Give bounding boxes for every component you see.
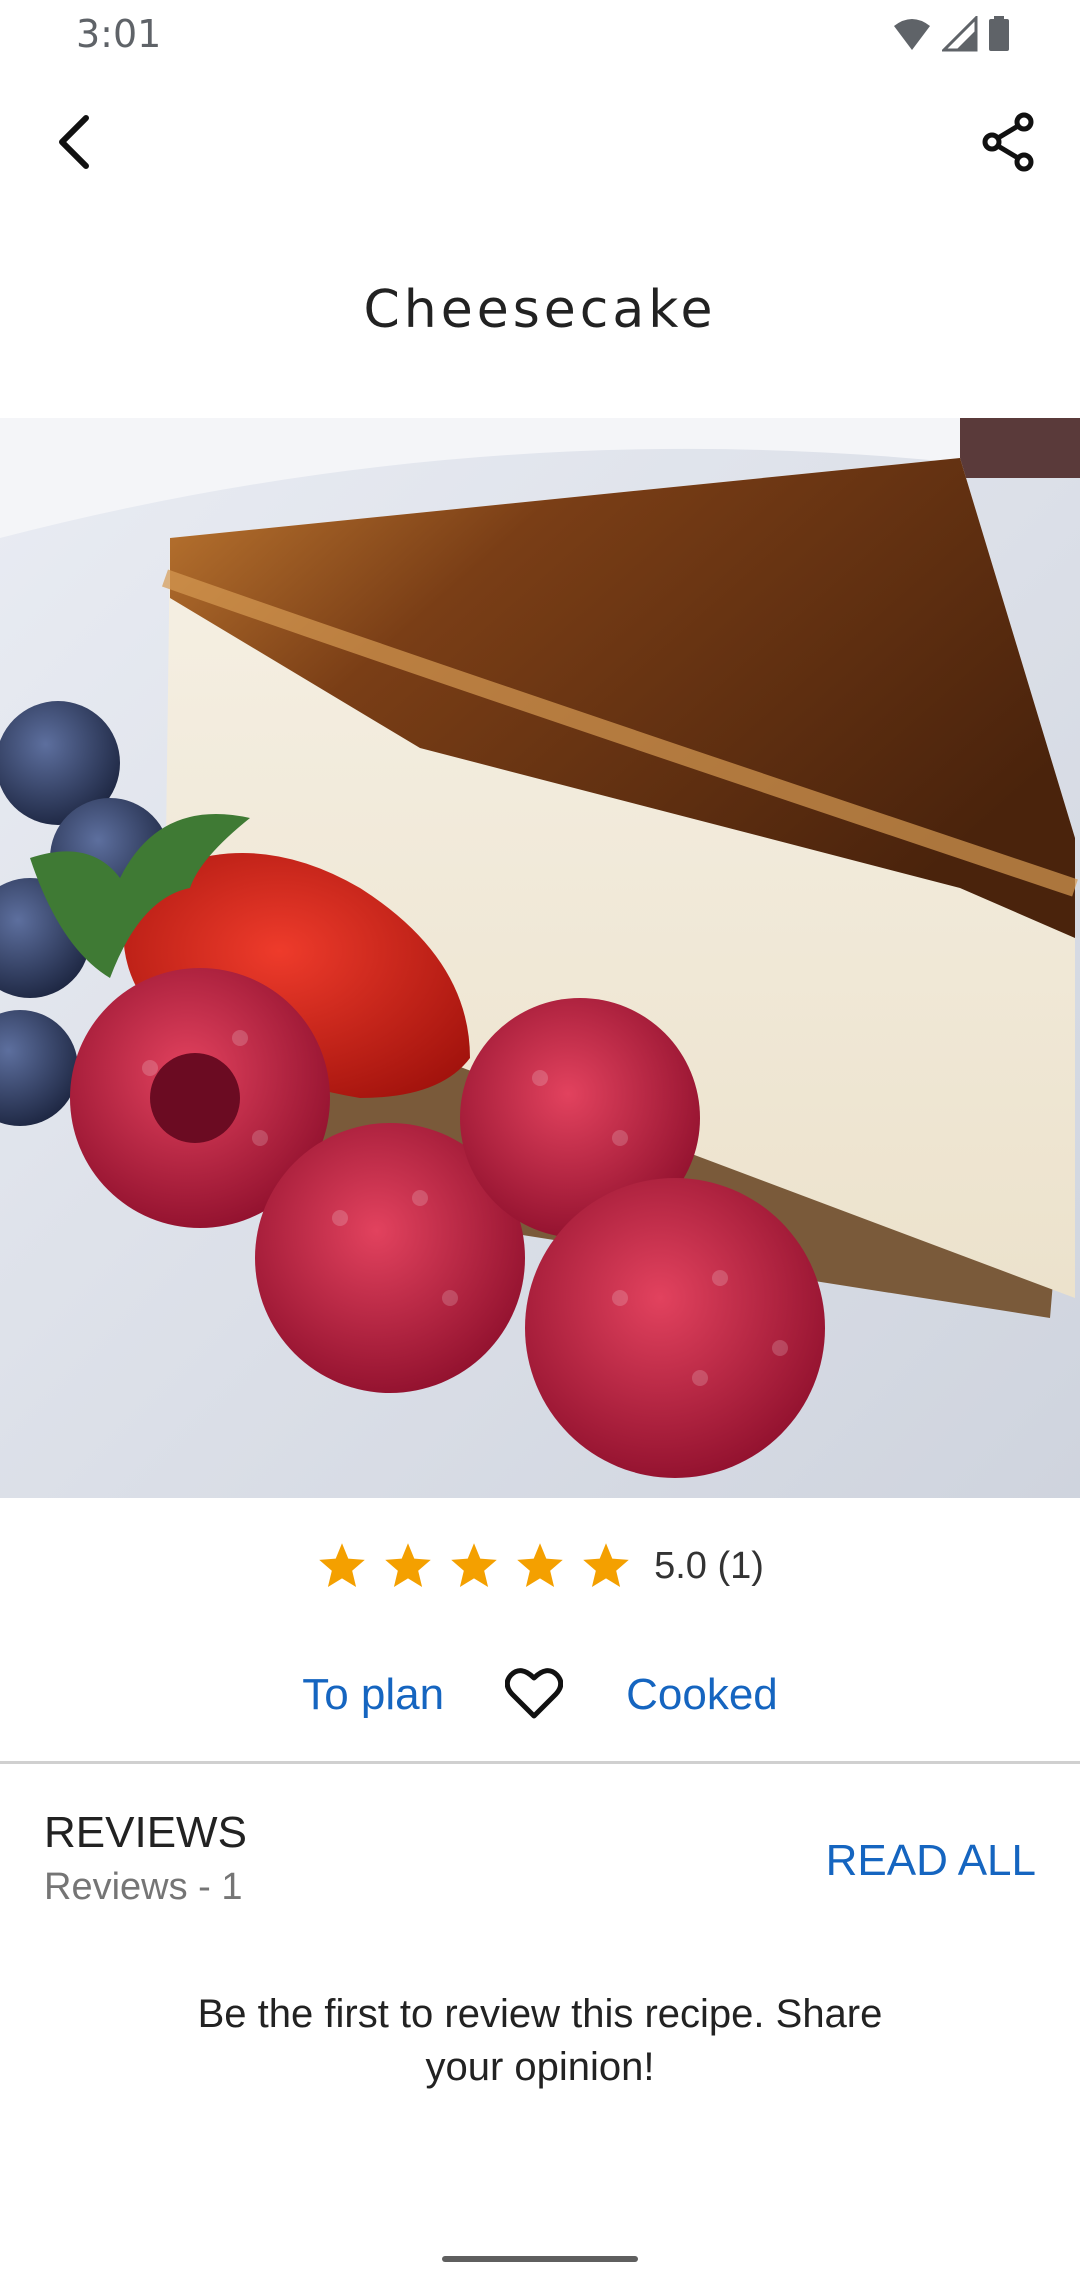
toolbar <box>0 96 1080 192</box>
reviews-count: Reviews - 1 <box>44 1866 243 1908</box>
wifi-icon <box>892 16 932 57</box>
status-icons <box>892 14 1010 57</box>
actions-row: To plan Cooked <box>0 1655 1080 1735</box>
recipe-screen: 3:01 Cheesecake 5.0 (1) To plan Cooked R… <box>0 0 1080 2280</box>
battery-icon <box>988 16 1010 57</box>
back-button[interactable] <box>40 96 112 192</box>
favorite-button[interactable] <box>502 1663 566 1727</box>
cellular-icon <box>940 14 978 57</box>
status-bar: 3:01 <box>0 0 1080 72</box>
cheesecake-photo <box>0 418 1080 1498</box>
reviews-heading: REVIEWS <box>44 1808 247 1857</box>
star-icon[interactable] <box>316 1540 368 1592</box>
chevron-left-icon <box>52 114 100 175</box>
star-icon[interactable] <box>382 1540 434 1592</box>
divider <box>0 1761 1080 1764</box>
rating-stars <box>316 1540 632 1592</box>
read-all-button[interactable]: READ ALL <box>826 1836 1036 1886</box>
page-title: Cheesecake <box>363 280 717 340</box>
home-indicator[interactable] <box>442 2256 638 2262</box>
to-plan-button[interactable]: To plan <box>302 1670 444 1720</box>
share-icon <box>980 112 1036 177</box>
recipe-image <box>0 418 1080 1498</box>
star-icon[interactable] <box>580 1540 632 1592</box>
status-time: 3:01 <box>76 12 162 56</box>
rating-row: 5.0 (1) <box>0 1530 1080 1602</box>
reviews-empty-message: Be the first to review this recipe. Shar… <box>197 1992 883 2089</box>
rating-value: 5.0 (1) <box>654 1544 764 1587</box>
share-button[interactable] <box>966 96 1050 192</box>
star-icon[interactable] <box>514 1540 566 1592</box>
heart-outline-icon <box>504 1666 564 1725</box>
star-icon[interactable] <box>448 1540 500 1592</box>
cooked-button[interactable]: Cooked <box>626 1670 778 1720</box>
